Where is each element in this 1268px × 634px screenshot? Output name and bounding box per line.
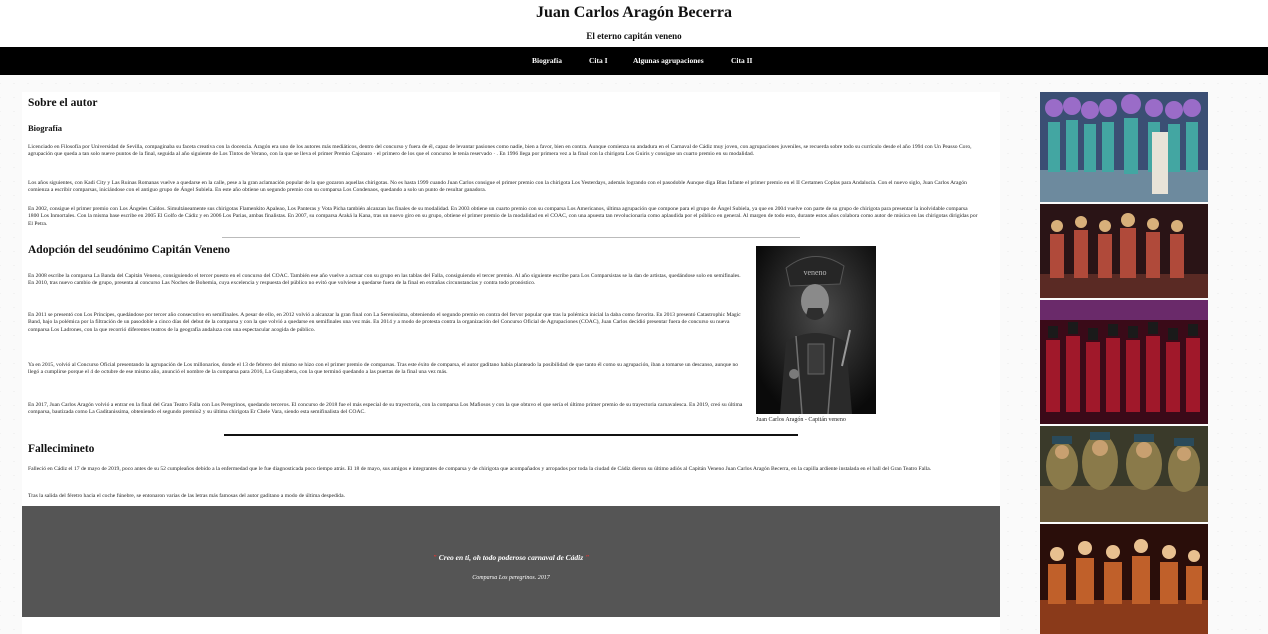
gallery-photo-comparsa-5[interactable]	[1040, 524, 1208, 634]
about-paragraph-2: Los años siguientes, con Kadi City y Las…	[28, 180, 967, 194]
death-heading: Fallecimineto	[28, 443, 95, 455]
biography-subheading: Biografía	[28, 123, 62, 133]
adoption-paragraph-4: En 2017, Juan Carlos Aragón volvió a ent…	[28, 402, 743, 416]
section-divider-dark	[224, 434, 798, 436]
about-heading: Sobre el autor	[28, 97, 98, 109]
quote-body: Creo en ti, oh todo poderoso carnaval de…	[438, 553, 584, 562]
adoption-paragraph-2: En 2011 se presentó con Los Príncipes, q…	[28, 312, 741, 333]
quote-block: " Creo en ti, oh todo poderoso carnaval …	[22, 506, 1000, 617]
nav-link-algunas-agrupaciones[interactable]: Algunas agrupaciones	[633, 56, 704, 65]
site-subtitle: El eterno capitán veneno	[586, 31, 682, 41]
nav-link-cita-1[interactable]: Cita I	[589, 56, 608, 65]
main-content: Sobre el autor Biografía Licenciado en F…	[22, 92, 1000, 634]
gallery-photo-comparsa-4[interactable]	[1040, 426, 1208, 522]
gallery-photo-comparsa-1[interactable]	[1040, 92, 1208, 202]
svg-text:veneno: veneno	[803, 268, 826, 277]
main-navbar: Biografía Cita I Algunas agrupaciones Ci…	[0, 47, 1268, 75]
adoption-paragraph-3: Ya en 2015, volvió al Concurso Oficial p…	[28, 362, 739, 376]
section-divider	[222, 237, 800, 238]
nav-link-biografia[interactable]: Biografía	[532, 56, 562, 65]
gallery-photo-comparsa-2[interactable]	[1040, 204, 1208, 298]
gallery-photo-comparsa-3[interactable]	[1040, 300, 1208, 424]
quote-text: " Creo en ti, oh todo poderoso carnaval …	[22, 553, 1000, 562]
death-paragraph-2: Tras la salida del féretro hacia el coch…	[28, 493, 345, 499]
adoption-paragraph-1: En 2008 escribe la comparsa La Banda del…	[28, 273, 741, 287]
death-paragraph-1: Falleció en Cádiz el 17 de mayo de 2019,…	[28, 466, 932, 472]
nav-link-cita-2[interactable]: Cita II	[731, 56, 752, 65]
site-title: Juan Carlos Aragón Becerra	[536, 4, 732, 21]
quote-source: Comparsa Los peregrinos. 2017	[472, 575, 550, 581]
quote-close-mark: "	[585, 553, 590, 562]
about-paragraph-1: Licenciado en Filosofía por Universidad …	[28, 144, 972, 158]
capitan-veneno-portrait: veneno	[756, 246, 876, 414]
about-paragraph-3: En 2002, consigue el primer premio con L…	[28, 206, 978, 227]
site-header: Juan Carlos Aragón Becerra El eterno cap…	[0, 0, 1268, 47]
quote-open-mark: "	[432, 553, 437, 562]
adoption-heading: Adopción del seudónimo Capitán Veneno	[28, 244, 230, 256]
portrait-caption: Juan Carlos Aragón - Capitán veneno	[756, 417, 846, 423]
